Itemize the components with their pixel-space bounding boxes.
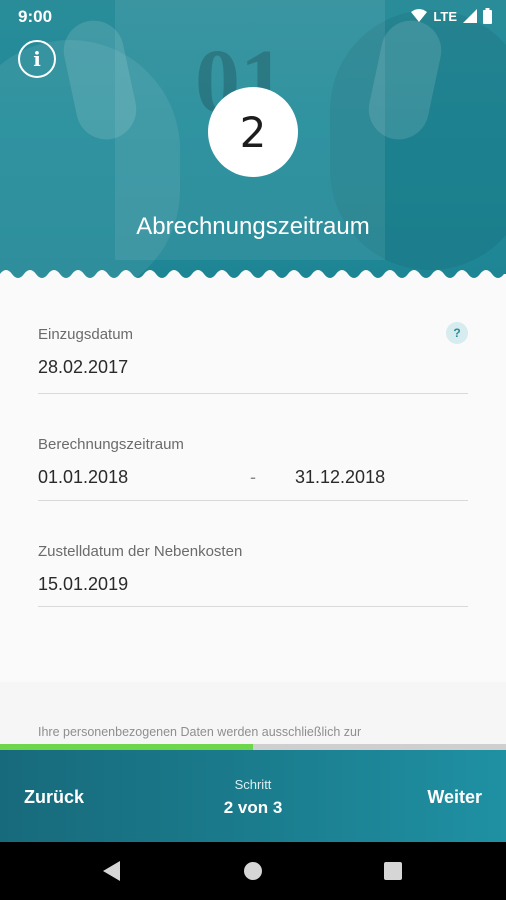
recents-nav-icon[interactable] <box>384 862 402 880</box>
delivery-date-label: Zustelldatum der Nebenkosten <box>38 543 243 560</box>
status-bar: 9:00 LTE <box>0 0 506 34</box>
home-nav-icon[interactable] <box>244 862 262 880</box>
network-label: LTE <box>433 8 457 24</box>
wifi-icon <box>411 9 428 22</box>
footer-nav: Zurück Schritt 2 von 3 Weiter <box>0 750 506 842</box>
help-icon[interactable]: ? <box>446 322 468 344</box>
page-title: Abrechnungszeitraum <box>136 213 370 240</box>
status-time: 9:00 <box>18 7 53 26</box>
next-button[interactable]: Weiter <box>427 787 482 808</box>
move-in-date-value[interactable]: 28.02.2017 <box>38 357 468 378</box>
info-icon: i <box>33 47 41 71</box>
billing-period-to[interactable]: 31.12.2018 <box>295 467 385 488</box>
info-button[interactable]: i <box>18 40 56 78</box>
billing-period-field: Berechnungszeitraum 01.01.2018 - 31.12.2… <box>38 436 468 501</box>
back-nav-icon[interactable] <box>103 861 120 881</box>
system-nav-bar <box>0 842 506 900</box>
signal-icon <box>463 9 477 23</box>
delivery-date-field[interactable]: Zustelldatum der Nebenkosten 15.01.2019 <box>38 543 468 607</box>
billing-period-row: 01.01.2018 - 31.12.2018 <box>38 467 468 488</box>
move-in-date-field[interactable]: Einzugsdatum 28.02.2017 <box>38 326 468 394</box>
billing-period-label: Berechnungszeitraum <box>38 436 184 453</box>
move-in-date-label: Einzugsdatum <box>38 326 134 343</box>
step-number-badge: 2 <box>208 87 298 177</box>
battery-icon <box>483 8 492 24</box>
billing-period-from[interactable]: 01.01.2018 <box>38 467 250 488</box>
status-icons: LTE <box>411 8 492 24</box>
billing-period-separator: - <box>250 467 256 487</box>
privacy-notice: Ihre personenbezogenen Daten werden auss… <box>38 725 362 739</box>
delivery-date-value[interactable]: 15.01.2019 <box>38 574 468 595</box>
